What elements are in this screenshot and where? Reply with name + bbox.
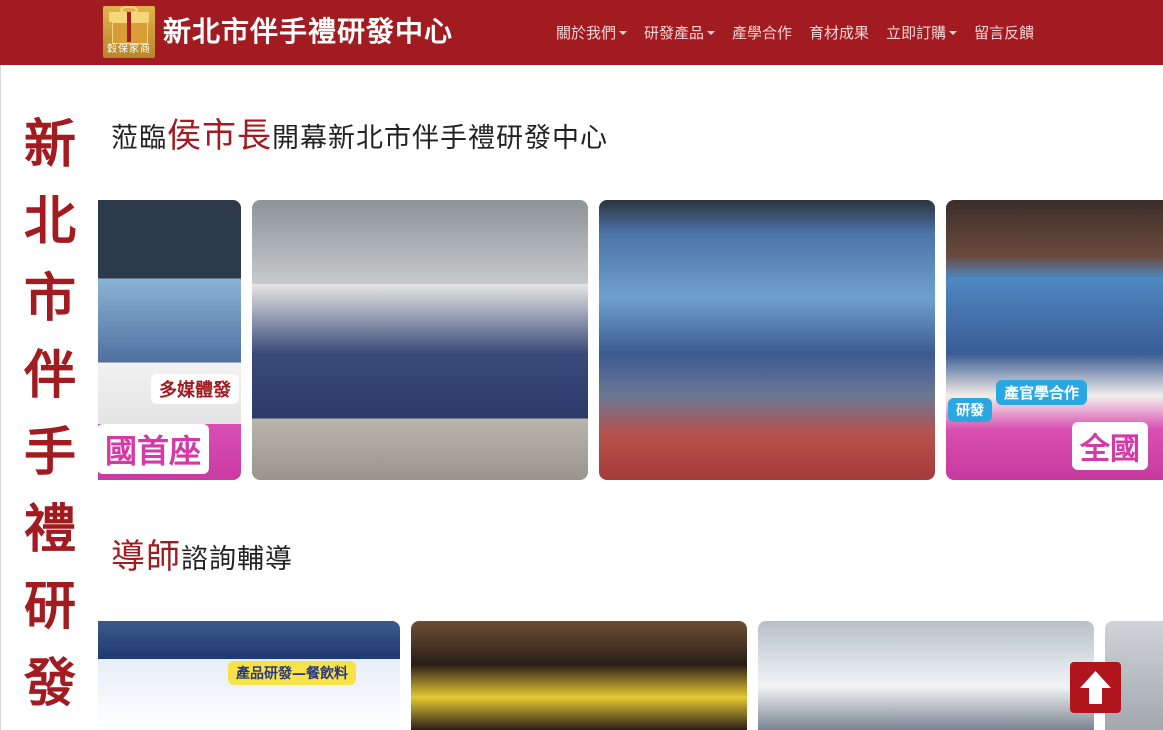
page: 穀保家商 新北市伴手禮研發中心 關於我們 研發產品 產學合作 育材成果 立即訂購…	[0, 0, 1163, 730]
photo-sign-text: 研發	[948, 398, 992, 422]
nav-item-label: 產學合作	[732, 24, 793, 42]
brand-title: 新北市伴手禮研發中心	[163, 15, 454, 48]
gift-logo-icon: 穀保家商	[103, 6, 155, 58]
caret-down-icon	[949, 30, 958, 35]
arrow-up-icon	[1080, 671, 1111, 704]
back-to-top-button[interactable]	[1070, 662, 1121, 713]
nav-item-label: 關於我們	[556, 24, 617, 42]
logo-text: 穀保家商	[107, 44, 151, 55]
heading-accent: 導師	[111, 537, 181, 577]
carousel-photo[interactable]: 產品研發—餐飲料	[98, 621, 400, 730]
nav-item-products[interactable]: 研發產品	[644, 22, 716, 43]
photo-carousel-mentoring[interactable]: 產品研發—餐飲料	[98, 621, 1163, 730]
photo-sign-text: 全國	[1072, 422, 1148, 470]
section-heading-opening: 蒞臨侯市長開幕新北市伴手禮研發中心	[111, 108, 608, 157]
nav-item-label: 立即訂購	[886, 24, 947, 42]
side-title-char: 手	[23, 423, 76, 483]
side-title-char: 伴	[23, 346, 76, 406]
nav-item-label: 留言反饋	[974, 24, 1035, 42]
section-heading-mentoring: 導師諮詢輔導	[111, 529, 293, 578]
heading-accent: 侯市長	[167, 116, 272, 156]
carousel-photo[interactable]: 多媒體發 國首座	[98, 200, 241, 480]
heading-prefix: 蒞臨	[111, 123, 167, 154]
carousel-photo[interactable]	[599, 200, 935, 480]
carousel-photo[interactable]	[411, 621, 747, 730]
caret-down-icon	[707, 30, 716, 35]
nav-item-order[interactable]: 立即訂購	[886, 22, 958, 43]
carousel-photo[interactable]	[252, 200, 588, 480]
heading-suffix: 開幕新北市伴手禮研發中心	[272, 123, 608, 154]
side-title-char: 研	[23, 577, 76, 637]
nav-item-results[interactable]: 育材成果	[809, 22, 869, 43]
carousel-photo[interactable]	[758, 621, 1094, 730]
photo-slide-title: 產品研發—餐飲料	[228, 661, 356, 685]
photo-sign-text: 產官學合作	[996, 380, 1088, 405]
heading-suffix: 諮詢輔導	[181, 544, 293, 575]
navbar: 穀保家商 新北市伴手禮研發中心 關於我們 研發產品 產學合作 育材成果 立即訂購…	[0, 0, 1163, 65]
brand-link[interactable]: 穀保家商 新北市伴手禮研發中心	[103, 6, 453, 58]
main-nav: 關於我們 研發產品 產學合作 育材成果 立即訂購 留言反饋	[556, 0, 1051, 65]
side-title-char: 北	[23, 192, 76, 252]
vertical-site-title: 新 北 市 伴 手 禮 研 發	[0, 65, 98, 730]
carousel-photo[interactable]: 產官學合作 全國 研發	[946, 200, 1163, 480]
side-title-char: 新	[23, 115, 76, 175]
side-title-char: 市	[23, 269, 76, 329]
side-title-char: 禮	[23, 500, 76, 560]
side-title-char: 發	[23, 654, 76, 714]
photo-carousel-opening[interactable]: 多媒體發 國首座 產官學合作 全國 研發	[98, 200, 1163, 480]
caret-down-icon	[619, 30, 628, 35]
nav-item-label: 育材成果	[809, 24, 870, 42]
nav-item-about[interactable]: 關於我們	[556, 22, 628, 43]
nav-item-cooperation[interactable]: 產學合作	[732, 22, 792, 43]
photo-sign-text: 多媒體發	[151, 374, 239, 404]
photo-sign-text: 國首座	[98, 424, 210, 474]
nav-item-feedback[interactable]: 留言反饋	[974, 22, 1034, 43]
nav-item-label: 研發產品	[644, 24, 705, 42]
